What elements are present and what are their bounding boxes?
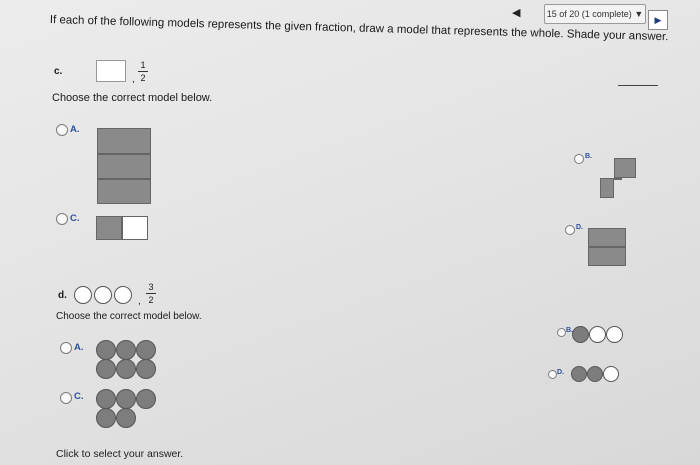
unshaded-rect bbox=[122, 216, 148, 240]
next-question-button[interactable]: ▶ bbox=[648, 10, 668, 30]
option-c-d-label[interactable]: D. bbox=[576, 224, 583, 231]
unshaded-circle bbox=[114, 286, 132, 304]
option-d-a-label[interactable]: A. bbox=[74, 342, 84, 353]
fraction-numerator: 1 bbox=[140, 60, 146, 70]
part-d-circle-model bbox=[74, 286, 132, 304]
shaded-circle bbox=[96, 359, 116, 379]
part-c-label: c. bbox=[54, 66, 63, 77]
previous-question-icon[interactable]: ◀ bbox=[512, 6, 520, 19]
part-d-prompt: Choose the correct model below. bbox=[56, 311, 202, 322]
shaded-circle bbox=[587, 366, 603, 382]
part-c-comma: , bbox=[132, 74, 135, 85]
unshaded-circle bbox=[74, 286, 92, 304]
unshaded-circle bbox=[606, 326, 623, 343]
option-c-b-model[interactable] bbox=[600, 158, 636, 198]
chevron-down-icon: ▼ bbox=[634, 9, 644, 19]
shaded-rect bbox=[588, 247, 626, 266]
shaded-circle bbox=[116, 389, 136, 409]
option-c-a-model[interactable] bbox=[97, 128, 151, 204]
question-progress-dropdown[interactable]: 15 of 20 (1 complete) ▼ bbox=[544, 4, 646, 24]
shaded-circle bbox=[116, 359, 136, 379]
option-c-a-label[interactable]: A. bbox=[70, 124, 80, 135]
shaded-rect bbox=[614, 178, 622, 180]
option-d-d-label[interactable]: D. bbox=[557, 369, 564, 376]
footer-hint: Click to select your answer. bbox=[56, 448, 184, 460]
option-c-d-radio[interactable] bbox=[565, 225, 575, 235]
part-d-label: d. bbox=[58, 290, 67, 301]
shaded-circle bbox=[96, 408, 116, 428]
option-c-d-model[interactable] bbox=[588, 228, 626, 266]
unshaded-circle bbox=[589, 326, 606, 343]
option-d-c-radio[interactable] bbox=[60, 392, 72, 404]
shaded-rect bbox=[97, 154, 151, 179]
shaded-rect bbox=[96, 216, 122, 240]
shaded-rect bbox=[600, 178, 614, 198]
option-d-d-model[interactable] bbox=[571, 366, 619, 382]
unshaded-circle bbox=[94, 286, 112, 304]
option-c-b-radio[interactable] bbox=[574, 154, 584, 164]
shaded-circle bbox=[96, 340, 116, 360]
shaded-rect bbox=[97, 179, 151, 204]
shaded-circle bbox=[572, 326, 589, 343]
fraction-bar bbox=[146, 293, 156, 294]
fraction-bar bbox=[138, 71, 148, 72]
option-d-c-label[interactable]: C. bbox=[74, 391, 84, 402]
shaded-circle bbox=[116, 408, 136, 428]
part-c-empty-box bbox=[96, 60, 126, 82]
part-d-fraction: 3 2 bbox=[146, 282, 156, 305]
blank-rect bbox=[600, 158, 614, 178]
shaded-circle bbox=[136, 389, 156, 409]
shaded-circle bbox=[571, 366, 587, 382]
shaded-rect bbox=[97, 128, 151, 154]
shaded-rect bbox=[588, 228, 626, 247]
option-d-b-model[interactable] bbox=[572, 326, 623, 343]
part-d-comma: , bbox=[138, 296, 141, 307]
shaded-circle bbox=[116, 340, 136, 360]
shaded-circle bbox=[96, 389, 116, 409]
option-d-b-radio[interactable] bbox=[557, 328, 566, 337]
fraction-denominator: 2 bbox=[148, 295, 154, 305]
divider bbox=[618, 85, 658, 86]
option-d-a-model[interactable] bbox=[96, 340, 158, 380]
option-c-c-radio[interactable] bbox=[56, 213, 68, 225]
option-c-c-model[interactable] bbox=[96, 216, 148, 240]
option-d-c-model[interactable] bbox=[96, 389, 158, 429]
fraction-numerator: 3 bbox=[148, 282, 154, 292]
shaded-circle bbox=[136, 359, 156, 379]
option-c-b-label[interactable]: B. bbox=[585, 153, 592, 160]
part-c-fraction: 1 2 bbox=[138, 60, 148, 83]
fraction-denominator: 2 bbox=[140, 73, 146, 83]
option-d-d-radio[interactable] bbox=[548, 370, 557, 379]
option-c-c-label[interactable]: C. bbox=[70, 213, 80, 224]
unshaded-circle bbox=[603, 366, 619, 382]
shaded-rect bbox=[614, 158, 636, 178]
progress-text: 15 of 20 (1 complete) bbox=[546, 9, 632, 19]
option-d-a-radio[interactable] bbox=[60, 342, 72, 354]
option-c-a-radio[interactable] bbox=[56, 124, 68, 136]
shaded-circle bbox=[136, 340, 156, 360]
part-c-prompt: Choose the correct model below. bbox=[52, 92, 213, 104]
